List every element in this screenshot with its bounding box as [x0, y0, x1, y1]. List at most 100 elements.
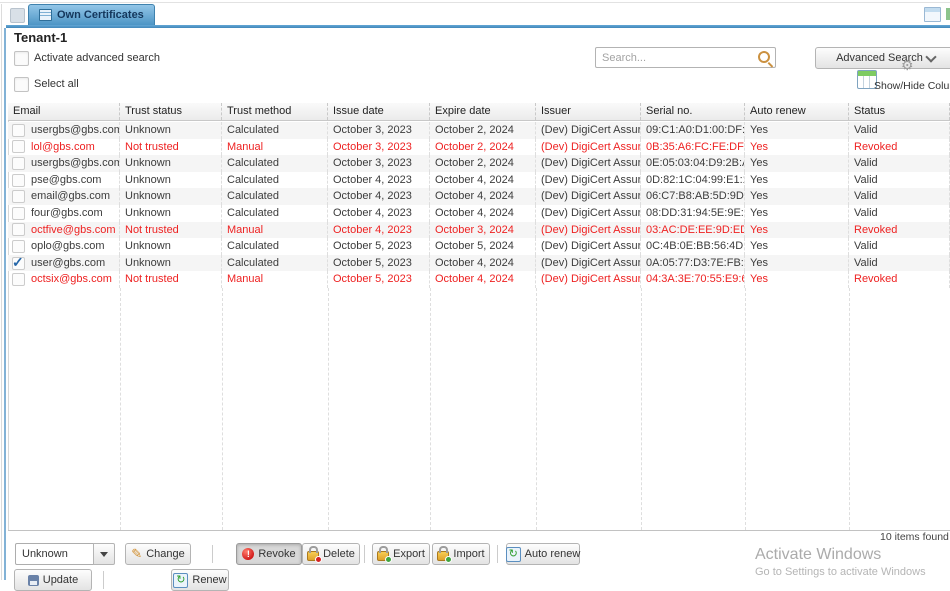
cell-expire_date: October 2, 2024: [430, 139, 536, 156]
change-button[interactable]: ✎ Change: [125, 543, 191, 565]
search-icon[interactable]: [758, 51, 770, 63]
column-guide-line: [430, 288, 431, 530]
cell-issue_date: October 4, 2023: [328, 188, 430, 205]
export-button[interactable]: Export: [372, 543, 430, 565]
activate-advanced-search-checkbox[interactable]: [14, 51, 29, 66]
cell-serial: 0C:4B:0E:BB:56:4D:66:...: [641, 238, 745, 255]
email-label: oplo@gbs.com: [31, 238, 105, 255]
email-label: octsix@gbs.com: [31, 271, 112, 288]
cell-serial: 09:C1:A0:D1:00:DF:4F:...: [641, 122, 745, 139]
row-checkbox[interactable]: [12, 140, 25, 153]
page-title: Tenant-1: [14, 30, 67, 45]
trust-status-combobox[interactable]: Unknown: [15, 543, 94, 565]
show-hide-columns-button[interactable]: Show/Hide Columns: [874, 80, 950, 92]
import-button[interactable]: Import: [432, 543, 490, 565]
renew-button[interactable]: ↻ Renew: [171, 569, 229, 591]
cell-trust_method: Calculated: [222, 172, 328, 189]
window-panel-icon[interactable]: [924, 7, 941, 22]
tab-accent-bar: [6, 25, 950, 28]
cell-trust_status: Not trusted: [120, 271, 222, 288]
cell-issue_date: October 4, 2023: [328, 222, 430, 239]
cell-trust_status: Unknown: [120, 255, 222, 272]
revoke-label: Revoke: [258, 548, 295, 560]
combobox-dropdown-button[interactable]: [93, 543, 115, 565]
column-guide-line: [120, 288, 121, 530]
search-input[interactable]: [595, 47, 776, 68]
cell-issue_date: October 4, 2023: [328, 172, 430, 189]
row-checkbox[interactable]: [12, 240, 25, 253]
row-checkbox-checked[interactable]: [12, 257, 25, 270]
column-guide-line: [641, 288, 642, 530]
cell-expire_date: October 4, 2024: [430, 172, 536, 189]
email-label: pse@gbs.com: [31, 172, 101, 189]
items-found-label: 10 items found: [880, 531, 949, 543]
cell-issue_date: October 5, 2023: [328, 255, 430, 272]
cell-issuer: (Dev) DigiCert Assured I...: [536, 172, 641, 189]
column-header-issuer[interactable]: Issuer: [536, 103, 641, 120]
cell-email: user@gbs.com: [8, 255, 120, 272]
table-row[interactable]: octsix@gbs.comNot trustedManualOctober 5…: [8, 271, 950, 288]
row-checkbox[interactable]: [12, 207, 25, 220]
table-row[interactable]: four@gbs.comUnknownCalculatedOctober 4, …: [8, 205, 950, 222]
column-guide-line: [536, 288, 537, 530]
column-guide-line: [849, 288, 850, 530]
window-left-border: [1, 4, 2, 580]
cell-email: usergbs@gbs.com: [8, 122, 120, 139]
column-header-expire_date[interactable]: Expire date: [430, 103, 536, 120]
tab-strip-menu-icon[interactable]: [10, 8, 25, 23]
column-header-issue_date[interactable]: Issue date: [328, 103, 430, 120]
table-row[interactable]: usergbs@gbs.comUnknownCalculatedOctober …: [8, 155, 950, 172]
cell-issue_date: October 5, 2023: [328, 238, 430, 255]
row-checkbox[interactable]: [12, 124, 25, 137]
cell-auto_renew: Yes: [745, 122, 849, 139]
table-row[interactable]: octfive@gbs.comNot trustedManualOctober …: [8, 222, 950, 239]
cell-trust_method: Calculated: [222, 238, 328, 255]
column-header-serial[interactable]: Serial no.: [641, 103, 745, 120]
row-checkbox[interactable]: [12, 157, 25, 170]
renew-refresh-icon: ↻: [173, 573, 188, 588]
cell-email: octsix@gbs.com: [8, 271, 120, 288]
column-header-email[interactable]: Email: [8, 103, 120, 120]
email-label: user@gbs.com: [31, 255, 105, 272]
select-all-checkbox[interactable]: [14, 77, 29, 92]
auto-renew-refresh-icon: ↻: [506, 547, 521, 562]
cell-expire_date: October 4, 2024: [430, 205, 536, 222]
delete-button[interactable]: Delete: [302, 543, 360, 565]
email-label: octfive@gbs.com: [31, 222, 116, 239]
pencil-icon: ✎: [131, 548, 142, 560]
advanced-search-button[interactable]: Advanced Search: [815, 47, 950, 69]
table-row[interactable]: user@gbs.comUnknownCalculatedOctober 5, …: [8, 255, 950, 272]
chevron-down-icon: [925, 51, 936, 62]
row-checkbox[interactable]: [12, 190, 25, 203]
table-header: EmailTrust statusTrust methodIssue dateE…: [8, 103, 950, 121]
gear-icon[interactable]: ⚙: [901, 58, 914, 72]
auto-renew-button[interactable]: ↻ Auto renew: [506, 543, 580, 565]
table-row[interactable]: lol@gbs.comNot trustedManualOctober 3, 2…: [8, 139, 950, 156]
row-checkbox[interactable]: [12, 174, 25, 187]
tab-own-certificates[interactable]: Own Certificates: [28, 4, 155, 25]
column-header-status[interactable]: Status: [849, 103, 950, 120]
cell-email: oplo@gbs.com: [8, 238, 120, 255]
row-checkbox[interactable]: [12, 223, 25, 236]
column-header-trust_status[interactable]: Trust status: [120, 103, 222, 120]
table-row[interactable]: oplo@gbs.comUnknownCalculatedOctober 5, …: [8, 238, 950, 255]
cell-serial: 0B:35:A6:FC:FE:DF:48:...: [641, 139, 745, 156]
cell-expire_date: October 3, 2024: [430, 222, 536, 239]
revoke-button[interactable]: ! Revoke: [236, 543, 302, 565]
row-checkbox[interactable]: [12, 273, 25, 286]
toolbar-separator: [497, 545, 498, 563]
table-row[interactable]: usergbs@gbs.comUnknownCalculatedOctober …: [8, 122, 950, 139]
table-row[interactable]: pse@gbs.comUnknownCalculatedOctober 4, 2…: [8, 172, 950, 189]
cell-expire_date: October 4, 2024: [430, 188, 536, 205]
cell-auto_renew: Yes: [745, 238, 849, 255]
update-button[interactable]: Update: [14, 569, 92, 591]
toolbar-separator: [103, 571, 104, 589]
cell-issuer: (Dev) DigiCert Assured I...: [536, 155, 641, 172]
cell-auto_renew: Yes: [745, 188, 849, 205]
column-guide-line: [745, 288, 746, 530]
cell-issuer: (Dev) DigiCert Assured I...: [536, 222, 641, 239]
column-header-trust_method[interactable]: Trust method: [222, 103, 328, 120]
cell-issue_date: October 3, 2023: [328, 155, 430, 172]
table-row[interactable]: email@gbs.comUnknownCalculatedOctober 4,…: [8, 188, 950, 205]
column-header-auto_renew[interactable]: Auto renew: [745, 103, 849, 120]
